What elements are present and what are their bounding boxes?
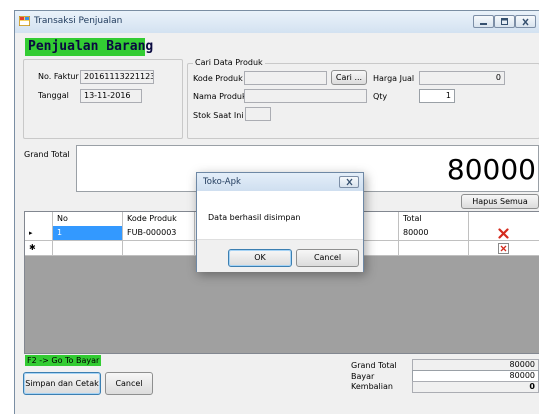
harga-jual-field[interactable]: 0 [419, 71, 505, 85]
close-button[interactable] [515, 15, 536, 28]
delete-row-button[interactable] [469, 226, 539, 240]
new-delete-button[interactable] [469, 241, 539, 255]
grand-total-value: 80000 [446, 153, 536, 186]
dialog-ok-button[interactable]: OK [228, 249, 292, 267]
cari-data-produk-label: Cari Data Produk [193, 58, 265, 67]
column-header-delete[interactable] [469, 212, 539, 226]
footer-cancel-button[interactable]: Cancel [105, 372, 153, 395]
app-form-icon [19, 16, 30, 26]
broken-image-delete-icon [498, 243, 509, 254]
nama-produk-label: Nama Produk [193, 92, 247, 101]
dialog-close-button[interactable] [339, 176, 359, 188]
dialog-message: Data berhasil disimpan [208, 213, 301, 222]
window-title: Transaksi Penjualan [34, 16, 123, 26]
grand-total-label: Grand Total [24, 150, 70, 159]
dialog-title-bar[interactable]: Toko-Apk [197, 173, 363, 191]
close-icon [522, 18, 529, 26]
kode-produk-field[interactable] [244, 71, 327, 85]
stok-saat-ini-label: Stok Saat Ini [193, 111, 244, 120]
column-header-total-label: Total [403, 214, 422, 223]
column-header-no-label: No [57, 214, 68, 223]
stok-saat-ini-field[interactable] [245, 107, 271, 121]
column-header-kode-produk[interactable]: Kode Produk [123, 212, 195, 226]
new-cell-no[interactable] [53, 241, 123, 255]
kembalian-field[interactable]: 0 [412, 381, 539, 393]
maximize-icon [501, 18, 508, 25]
maximize-button[interactable] [494, 15, 515, 28]
footer-grand-total-label: Grand Total [351, 361, 397, 370]
column-header-kode-produk-label: Kode Produk [127, 214, 177, 223]
column-header-no[interactable]: No [53, 212, 123, 226]
cell-no[interactable]: 1 [53, 226, 123, 240]
delete-icon [498, 228, 509, 239]
tanggal-field[interactable]: 13-11-2016 [80, 89, 142, 103]
kembalian-label: Kembalian [351, 382, 393, 391]
grid-rowheader-corner [25, 212, 53, 226]
minimize-button[interactable] [473, 15, 494, 28]
no-faktur-label: No. Faktur [38, 72, 79, 81]
simpan-dan-cetak-button[interactable]: Simpan dan Cetak [23, 372, 101, 395]
qty-label: Qty [373, 92, 388, 101]
page-heading: Penjualan Barang [25, 38, 153, 56]
tanggal-label: Tanggal [38, 91, 69, 100]
qty-field[interactable]: 1 [419, 89, 455, 103]
bayar-label: Bayar [351, 372, 375, 381]
dialog-title: Toko-Apk [203, 177, 241, 187]
message-dialog: Toko-Apk Data berhasil disimpan OK Cance… [196, 172, 364, 272]
row-marker-current: ▸ [25, 226, 53, 240]
harga-jual-label: Harga Jual [373, 74, 415, 83]
page-heading-text: Penjualan Barang [28, 39, 154, 54]
cell-total[interactable]: 80000 [399, 226, 469, 240]
minimize-icon [480, 23, 487, 25]
new-cell-kode-produk[interactable] [123, 241, 195, 255]
cari-button[interactable]: Cari ... [331, 70, 367, 85]
dialog-close-icon [346, 178, 353, 186]
no-faktur-field[interactable]: 20161113221123 [80, 70, 154, 84]
dialog-cancel-button[interactable]: Cancel [296, 249, 359, 267]
new-cell-total[interactable] [399, 241, 469, 255]
title-bar[interactable]: Transaksi Penjualan [15, 11, 539, 33]
kode-produk-label: Kode Produk [193, 74, 243, 83]
hapus-semua-button[interactable]: Hapus Semua [461, 194, 539, 209]
nama-produk-field[interactable] [244, 89, 367, 103]
column-header-total[interactable]: Total [399, 212, 469, 226]
dialog-button-area: OK Cancel [197, 239, 363, 272]
row-marker-new: ✱ [25, 241, 53, 255]
shortcut-hint: F2 -> Go To Bayar [25, 355, 102, 366]
cell-kode-produk[interactable]: FUB-000003 [123, 226, 195, 240]
